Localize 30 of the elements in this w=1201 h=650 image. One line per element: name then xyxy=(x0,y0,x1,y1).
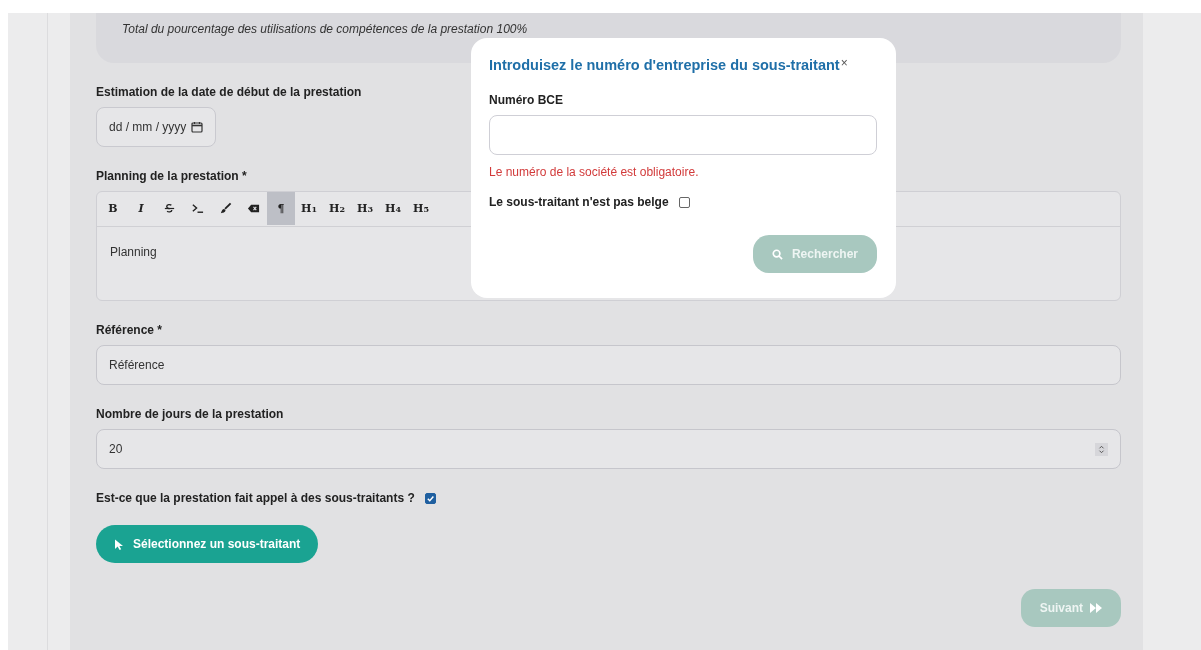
error-message: Le numéro de la société est obligatoire. xyxy=(489,165,700,179)
toolbar-button[interactable]: B xyxy=(99,192,127,225)
checkbox-label: Le sous-traitant n'est pas belge xyxy=(489,195,669,209)
input-field[interactable]: Référence xyxy=(96,345,1121,385)
field-label: Planning de la prestation * xyxy=(96,169,247,183)
dialog-title: Introduisez le numéro d'entreprise du sous-traitant xyxy=(489,57,840,73)
terminal-icon xyxy=(190,202,204,215)
editor-text: Planning xyxy=(110,245,157,259)
eraser-icon xyxy=(246,202,260,215)
input-field[interactable] xyxy=(489,115,877,155)
summary-text: Total du pourcentage des utilisations de compétences de la prestation 100% xyxy=(122,22,528,36)
cursor-icon xyxy=(114,538,124,550)
date-field[interactable]: dd / mm / yyyy xyxy=(96,107,217,147)
fast-forward-icon xyxy=(1090,603,1102,613)
field-label: Référence * xyxy=(96,323,163,337)
field-label: Nombre de jours de la prestation xyxy=(96,407,284,421)
field-label: Numéro BCE xyxy=(489,93,563,107)
brush-icon xyxy=(218,202,232,215)
checkbox[interactable] xyxy=(424,492,436,504)
close-button[interactable]: × xyxy=(840,57,848,69)
toolbar-button[interactable]: ¶ xyxy=(267,192,295,225)
checkbox[interactable] xyxy=(678,196,690,208)
search-icon xyxy=(771,248,783,260)
toolbar-button[interactable]: I xyxy=(127,192,155,225)
field-label: Estimation de la date de début de la prestation xyxy=(96,85,362,99)
input-field[interactable]: 20 xyxy=(96,429,1121,469)
spinner-icon xyxy=(1095,442,1108,456)
strikethrough-icon xyxy=(162,202,176,215)
field-label: Est-ce que la prestation fait appel à des sous-traitants ? xyxy=(96,491,415,505)
calendar-icon xyxy=(191,121,204,133)
